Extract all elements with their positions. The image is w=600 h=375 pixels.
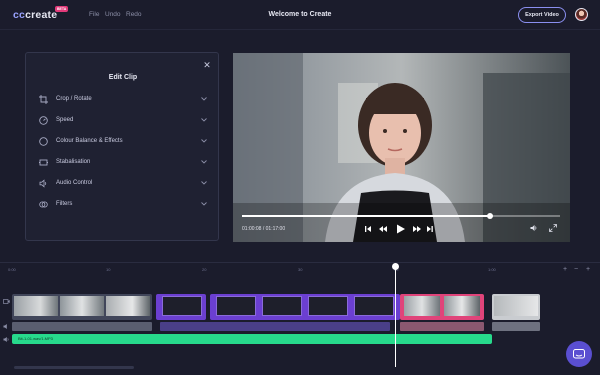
- edit-item-label: Crop / Rotate: [56, 96, 92, 102]
- chevron-down-icon: [200, 158, 208, 166]
- video-track: [12, 294, 540, 322]
- panel-title: Edit Clip: [108, 74, 138, 81]
- playhead-line: [395, 268, 396, 367]
- chat-button[interactable]: [566, 341, 592, 367]
- menu-redo[interactable]: Redo: [126, 11, 142, 18]
- video-frame: [233, 53, 570, 242]
- video-track-icon[interactable]: [3, 298, 10, 305]
- edit-item-audio[interactable]: Audio Control: [38, 176, 208, 190]
- audio-icon: [38, 178, 48, 188]
- zoom-out-icon[interactable]: −: [574, 266, 578, 273]
- video-scrubber[interactable]: [242, 213, 560, 219]
- video-clip-3[interactable]: [210, 294, 400, 320]
- speed-icon: [38, 115, 48, 125]
- video-clip-5[interactable]: [492, 294, 540, 320]
- fullscreen-icon[interactable]: [549, 224, 557, 232]
- edit-item-label: Colour Balance & Effects: [56, 138, 123, 144]
- chevron-down-icon: [200, 116, 208, 124]
- ruler-tick: 10: [106, 267, 111, 272]
- chevron-down-icon: [200, 200, 208, 208]
- rewind-icon[interactable]: [379, 226, 387, 232]
- zoom-in-icon[interactable]: +: [563, 266, 567, 273]
- video-clip-2[interactable]: [156, 294, 206, 320]
- clip-waveform: [160, 322, 390, 331]
- edit-item-label: Filters: [56, 201, 73, 207]
- clip-audio-icon[interactable]: [3, 323, 10, 330]
- crop-icon: [38, 94, 48, 104]
- edit-item-crop[interactable]: Crop / Rotate: [38, 92, 208, 106]
- logo-cc: cc: [13, 9, 26, 21]
- clip-waveform: [492, 322, 540, 331]
- chevron-down-icon: [200, 95, 208, 103]
- edit-item-colour[interactable]: Colour Balance & Effects: [38, 134, 208, 148]
- fast-forward-icon[interactable]: [413, 226, 421, 232]
- video-time: 01:00:08 / 01:17:00: [242, 226, 286, 232]
- timeline-ruler[interactable]: 0:00 10 20 30 40 1:00: [0, 262, 600, 276]
- clip-waveform: [400, 322, 484, 331]
- audio-track-label: Bit-1-01.wav/1.MP3: [18, 336, 53, 341]
- playhead-handle[interactable]: [392, 263, 399, 270]
- audio-track-icon[interactable]: [3, 336, 10, 343]
- ruler-tick: 30: [298, 267, 303, 272]
- export-video-button[interactable]: Export Video: [518, 7, 566, 23]
- skip-start-icon[interactable]: [365, 226, 371, 232]
- logo-create: create: [25, 9, 58, 21]
- ruler-tick: 0:00: [8, 267, 16, 272]
- edit-clip-panel: Edit Clip ✕ Crop / Rotate Speed Colour B…: [25, 52, 219, 241]
- scrubber-progress: [242, 215, 491, 217]
- play-icon[interactable]: [397, 224, 405, 234]
- beta-badge: BETA: [55, 6, 69, 12]
- edit-item-label: Speed: [56, 117, 74, 123]
- chevron-down-icon: [200, 179, 208, 187]
- close-icon[interactable]: ✕: [202, 60, 212, 70]
- skip-end-icon[interactable]: [427, 226, 433, 232]
- ruler-tick: 20: [202, 267, 207, 272]
- menu-undo[interactable]: Undo: [105, 11, 121, 18]
- video-clip-1[interactable]: [12, 294, 152, 320]
- chevron-down-icon: [200, 137, 208, 145]
- transport-controls: [365, 224, 433, 234]
- colour-icon: [38, 136, 48, 146]
- edit-item-filters[interactable]: Filters: [38, 197, 208, 211]
- volume-icon[interactable]: [530, 224, 538, 232]
- menu-file[interactable]: File: [89, 11, 99, 18]
- avatar[interactable]: [575, 8, 588, 21]
- edit-item-speed[interactable]: Speed: [38, 113, 208, 127]
- zoom-add-icon[interactable]: +: [586, 266, 590, 273]
- top-bar: cccreate BETA File Undo Redo Welcome to …: [0, 0, 600, 30]
- chat-icon: [573, 348, 585, 358]
- edit-item-stabalisation[interactable]: Stabalisation: [38, 155, 208, 169]
- stabilisation-icon: [38, 157, 48, 167]
- scrubber-handle[interactable]: [487, 213, 494, 219]
- timeline-scrollbar[interactable]: [14, 366, 134, 369]
- filters-icon: [38, 199, 48, 209]
- video-clip-selected[interactable]: [400, 294, 484, 320]
- audio-track-clip[interactable]: Bit-1-01.wav/1.MP3: [12, 334, 492, 344]
- clip-waveform: [12, 322, 152, 331]
- app-logo[interactable]: cccreate: [13, 9, 57, 21]
- edit-item-label: Audio Control: [56, 180, 93, 186]
- video-player[interactable]: 01:00:08 / 01:17:00: [233, 53, 570, 242]
- edit-item-label: Stabalisation: [56, 159, 91, 165]
- ruler-tick: 1:00: [488, 267, 496, 272]
